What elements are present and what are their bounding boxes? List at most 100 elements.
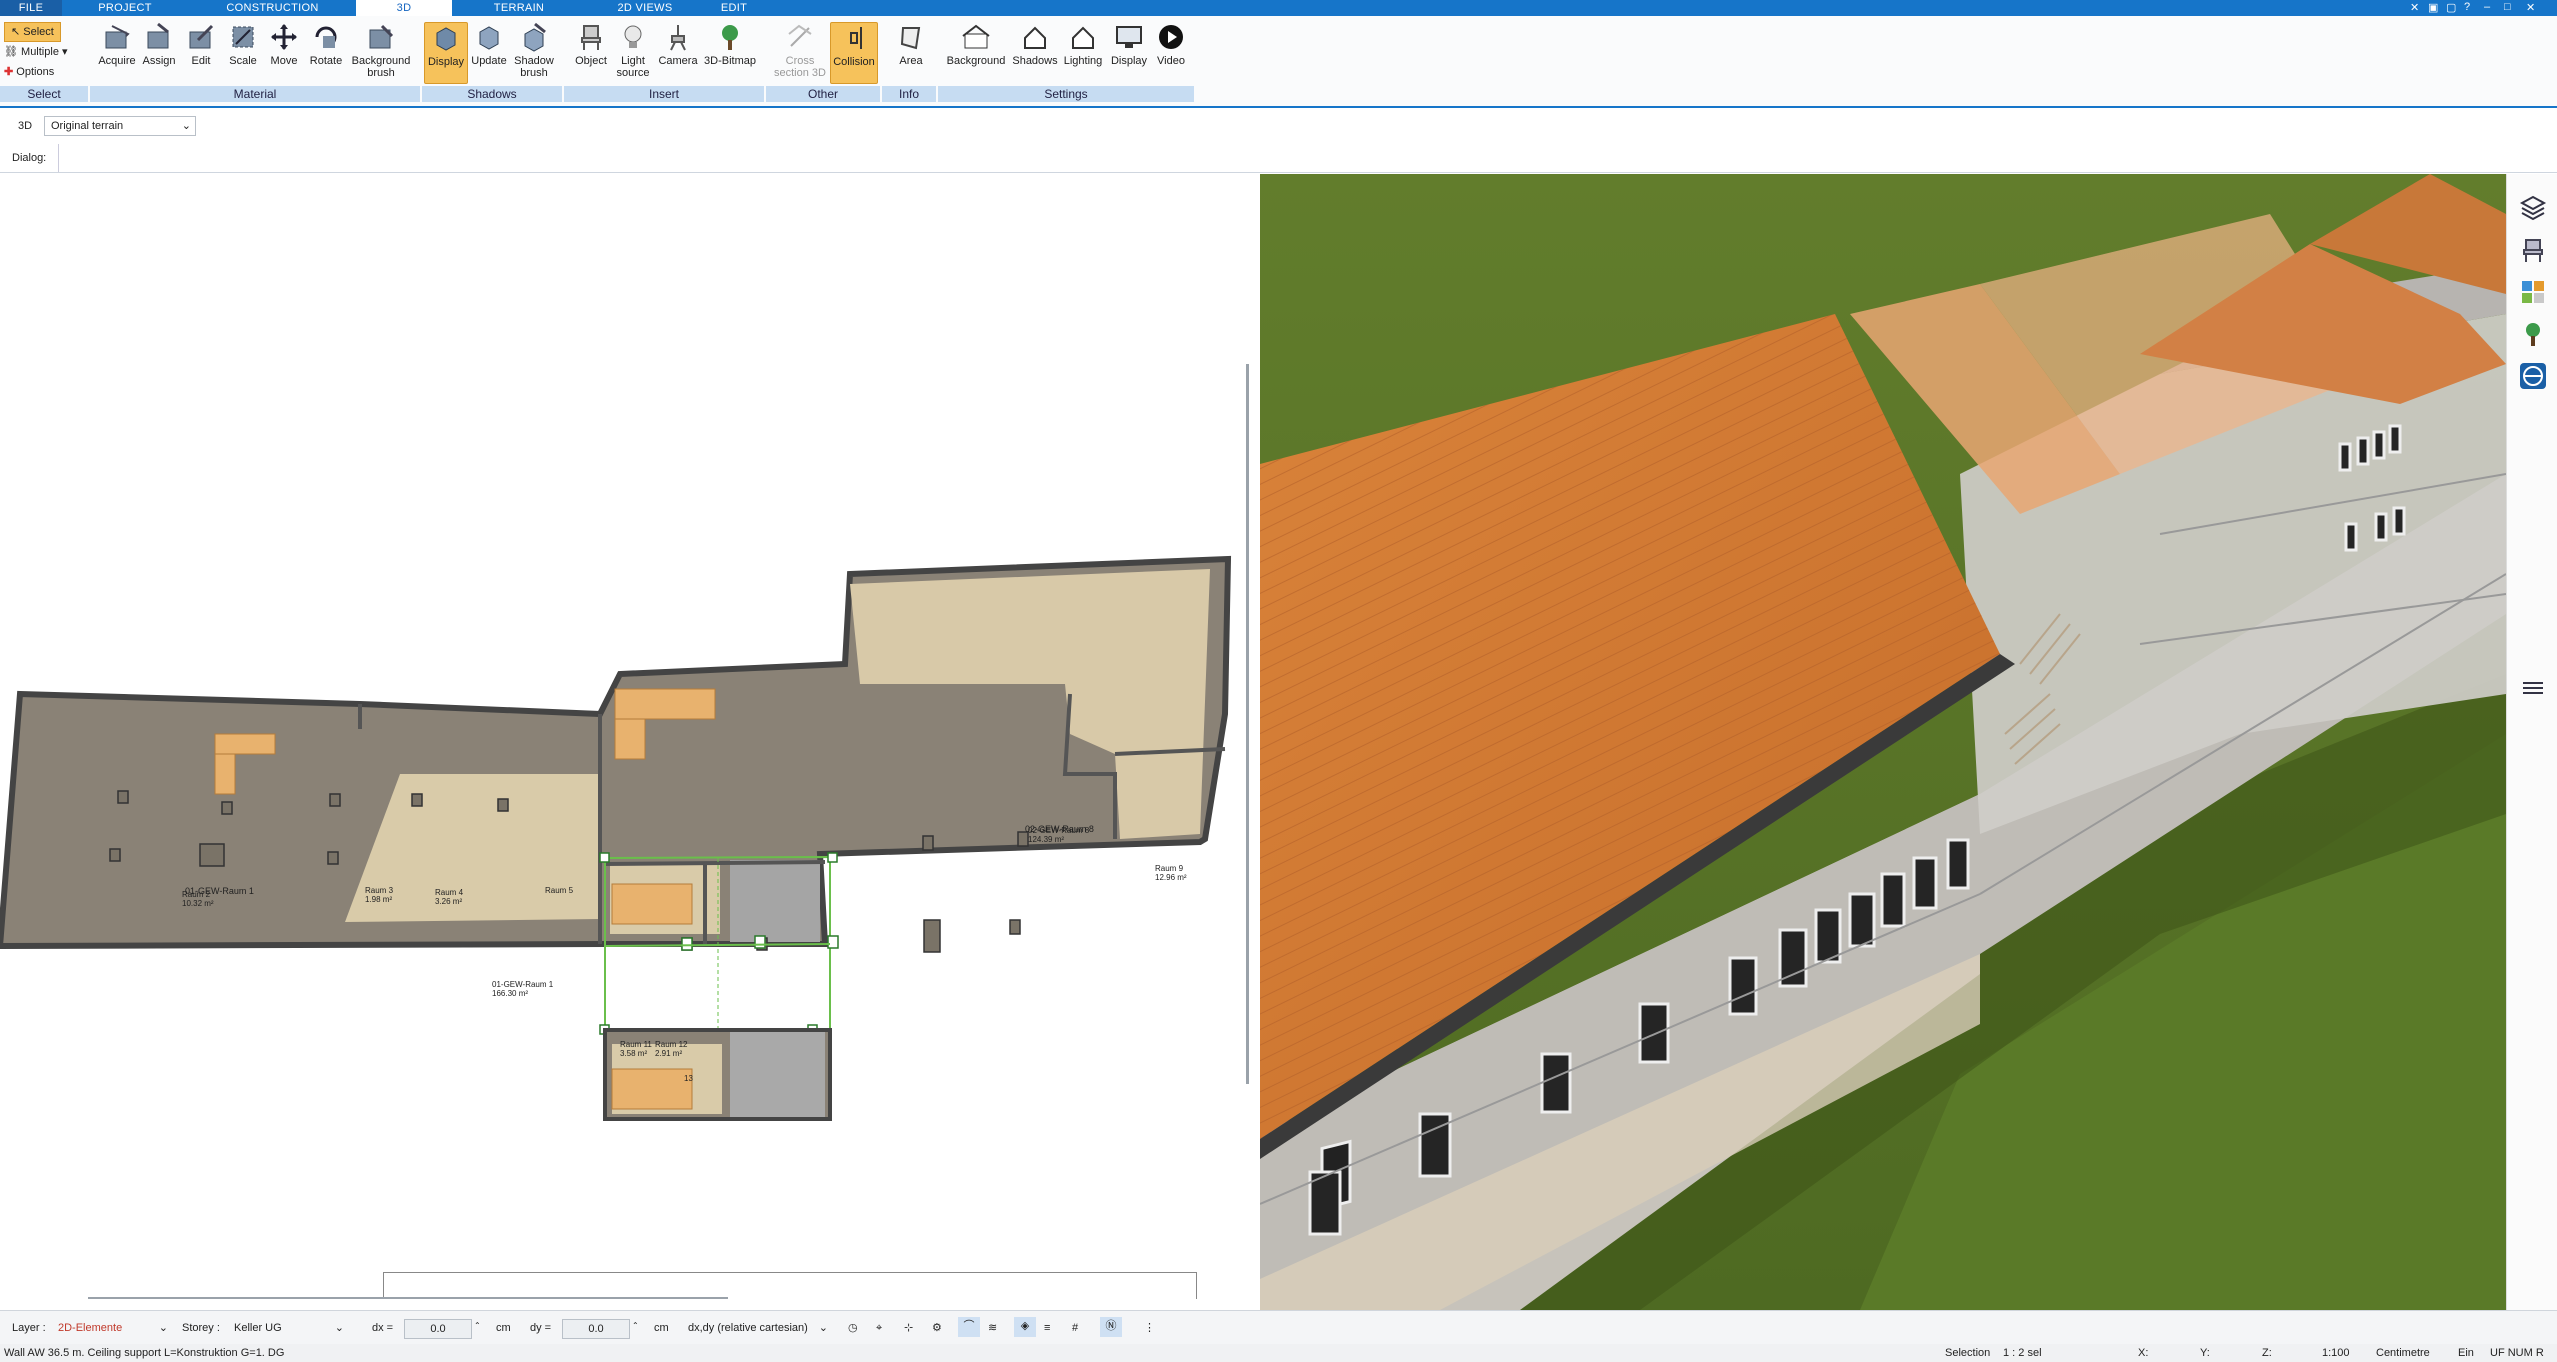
storey-value: Keller UG — [234, 1322, 282, 1334]
3d-bitmap-button[interactable]: 3D-Bitmap — [700, 22, 760, 67]
floor-plan-view[interactable]: 01-GEW-Raum 1 02-GEW-Raum 8 Raum 2 10.32 … — [0, 174, 1250, 1299]
coordinate-mode-select[interactable]: dx,dy (relative cartesian) ⌄ — [684, 1319, 830, 1337]
terrain-select[interactable]: Original terrain ⌄ — [44, 116, 196, 136]
background-house-icon — [962, 24, 990, 49]
north-icon[interactable]: Ⓝ — [1100, 1317, 1122, 1337]
room-label-raum-9: Raum 9 12.96 m² — [1155, 864, 1187, 882]
tab-construction[interactable]: CONSTRUCTION — [220, 0, 325, 16]
layer-label: Layer : — [12, 1322, 46, 1334]
dialog-row: Dialog: — [0, 144, 2557, 173]
plants-icon[interactable] — [2519, 320, 2547, 348]
room-label-raum-3: Raum 3 1.98 m² — [365, 886, 394, 904]
window-minimize-icon[interactable]: – — [2484, 1, 2490, 13]
layers-icon[interactable] — [2519, 194, 2547, 222]
rotate-label: Rotate — [309, 55, 343, 67]
room-label-13: 13 — [684, 1074, 693, 1083]
panel-collapse-icon[interactable] — [2519, 674, 2547, 702]
more-options-icon[interactable]: ⋮ — [1144, 1319, 1155, 1337]
3d-render — [1260, 174, 2506, 1310]
video-button[interactable]: Video — [1146, 22, 1196, 67]
options-label: Options — [16, 66, 55, 78]
assign-label: Assign — [142, 55, 176, 67]
plan-horizontal-scrollbar[interactable] — [88, 1297, 728, 1299]
group-select: Select — [0, 86, 88, 102]
group-settings: Settings — [938, 86, 1194, 102]
tab-edit[interactable]: EDIT — [708, 0, 760, 16]
settings-lighting-button[interactable]: Lighting — [1058, 22, 1108, 67]
camera-label: Camera — [658, 55, 698, 67]
snap-wall-icon[interactable]: ≋ — [988, 1319, 997, 1337]
terrain-value: Original terrain — [51, 120, 124, 132]
tools-icon[interactable]: ✕ — [2410, 1, 2419, 14]
area-label: Area — [899, 55, 923, 67]
furniture-icon[interactable] — [2519, 236, 2547, 264]
multiple-dropdown[interactable]: ⛓ Multiple ▾ — [4, 42, 68, 62]
room-label-raum-11: Raum 11 3.58 m² — [620, 1040, 652, 1058]
z-coordinate-label: Z: — [2262, 1347, 2272, 1359]
shadow-update-button[interactable]: Update — [464, 22, 514, 67]
room-label-raum-5: Raum 5 — [545, 886, 574, 895]
tab-3d[interactable]: 3D — [356, 0, 452, 16]
dy-stepper[interactable]: ⌃ — [632, 1317, 639, 1335]
minimize-ribbon-icon[interactable]: ▣ — [2428, 1, 2438, 14]
shadow-display-button[interactable]: Display — [424, 22, 468, 84]
scale-icon — [232, 26, 254, 48]
dy-label: dy = — [530, 1322, 552, 1334]
options-button[interactable]: ✚ Options — [4, 62, 68, 82]
tab-file[interactable]: FILE — [0, 0, 62, 16]
chevron-down-icon: ⌄ — [181, 120, 191, 132]
dy-input[interactable]: 0.0 — [562, 1319, 630, 1339]
grid-icon[interactable]: # — [1072, 1319, 1078, 1337]
3d-view[interactable] — [1260, 174, 2506, 1310]
chair-icon — [581, 25, 601, 50]
snap-line-icon[interactable]: ⊹ — [904, 1319, 913, 1337]
tab-project[interactable]: PROJECT — [90, 0, 160, 16]
area-button[interactable]: Area — [886, 22, 936, 67]
help-icon[interactable]: ? — [2464, 1, 2470, 13]
window-close-icon[interactable]: ✕ — [2526, 1, 2535, 14]
settings-shadows-label: Shadows — [1012, 55, 1058, 67]
snap-point-icon[interactable]: ⌖ — [876, 1319, 882, 1337]
dy-value: 0.0 — [588, 1323, 604, 1335]
chevron-down-icon: ⌄ — [818, 1322, 828, 1334]
snap-object-icon[interactable]: ⚙ — [932, 1319, 942, 1337]
selection-info: Wall AW 36.5 m. Ceiling support L=Konstr… — [4, 1347, 285, 1359]
snap-angle-icon[interactable]: ⌒ — [958, 1317, 980, 1337]
acquire-label: Acquire — [98, 55, 136, 67]
settings-shadows-button[interactable]: Shadows — [1010, 22, 1060, 67]
shadow-brush-button[interactable]: Shadow brush — [508, 22, 560, 79]
storey-select[interactable]: Keller UG ⌄ — [228, 1319, 346, 1337]
materials-icon[interactable] — [2519, 278, 2547, 306]
restore-icon[interactable]: ▢ — [2446, 1, 2456, 14]
background-brush-label: Background brush — [351, 55, 411, 79]
snap-surface-icon[interactable]: ◈ — [1014, 1317, 1036, 1337]
clock-icon[interactable]: ◷ — [848, 1319, 858, 1337]
settings-lighting-label: Lighting — [1063, 55, 1103, 67]
layer-select[interactable]: 2D-Elemente ⌄ — [52, 1319, 170, 1337]
camera-button[interactable]: Camera — [653, 22, 703, 67]
light-source-button[interactable]: Light source — [608, 22, 658, 79]
scale-label: Scale — [229, 55, 257, 67]
background-brush-icon — [369, 24, 394, 49]
group-info: Info — [882, 86, 936, 102]
plan-vertical-scrollbar[interactable] — [1246, 364, 1249, 1084]
window-maximize-icon[interactable]: □ — [2504, 1, 2511, 13]
collision-button[interactable]: Collision — [830, 22, 878, 84]
select-button[interactable]: ↖ Select — [4, 22, 61, 42]
snap-hatch-icon[interactable]: ≡ — [1044, 1319, 1050, 1337]
background-brush-button[interactable]: Background brush — [344, 22, 418, 79]
tab-terrain[interactable]: TERRAIN — [480, 0, 558, 16]
room-label-raum-2: Raum 2 10.32 m² — [182, 890, 214, 908]
dx-input[interactable]: 0.0 — [404, 1319, 472, 1339]
acquire-icon — [105, 25, 130, 49]
shadow-update-label: Update — [471, 55, 507, 67]
shadow-update-icon — [479, 26, 499, 50]
select-group-buttons: ↖ Select ⛓ Multiple ▾ ✚ Options — [4, 22, 68, 82]
settings-background-button[interactable]: Background — [944, 22, 1008, 67]
tab-2d-views[interactable]: 2D VIEWS — [605, 0, 685, 16]
cross-section-3d-button[interactable]: Cross section 3D — [772, 22, 828, 79]
navigation-icon[interactable] — [2519, 362, 2547, 390]
dx-stepper[interactable]: ⌃ — [474, 1317, 481, 1335]
monitor-icon — [1116, 26, 1142, 48]
light-source-label: Light source — [616, 55, 650, 79]
